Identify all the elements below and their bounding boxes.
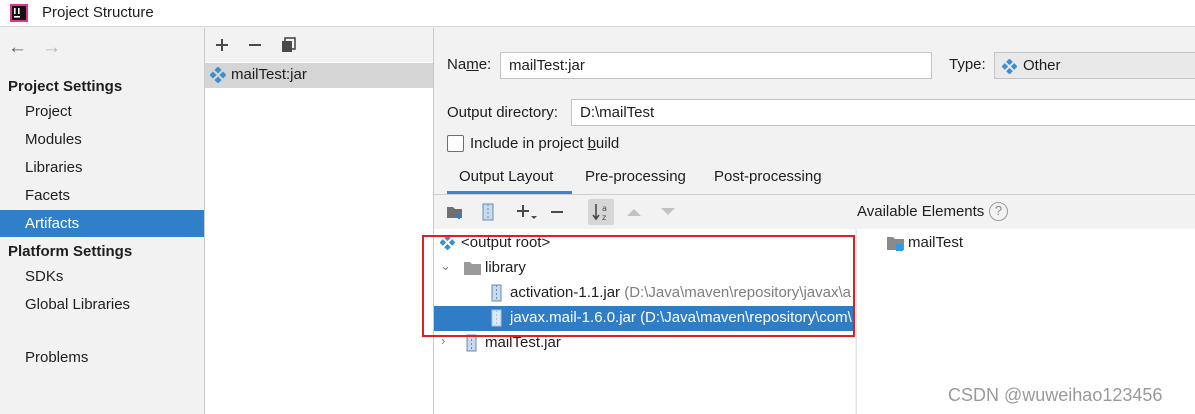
tree-row-module-jar[interactable]: › mailTest.jar xyxy=(434,331,855,356)
tree-row-output-root[interactable]: <output root> xyxy=(434,231,855,256)
intellij-logo-icon xyxy=(10,4,28,22)
tab-pre-processing[interactable]: Pre-processing xyxy=(585,166,686,194)
output-layout-toolbar: az Available Elements ? xyxy=(434,195,1195,229)
artifact-type-icon xyxy=(1002,59,1017,74)
artifact-list-item[interactable]: mailTest:jar xyxy=(205,63,433,88)
arrow-left-icon[interactable]: ← xyxy=(8,38,27,57)
help-icon[interactable]: ? xyxy=(989,202,1008,221)
tree-row-library[interactable]: ⌄ library xyxy=(434,256,855,281)
move-down-icon[interactable] xyxy=(657,201,679,223)
output-root-icon xyxy=(440,235,455,250)
artifacts-list-panel: mailTest:jar xyxy=(205,28,434,414)
move-up-icon[interactable] xyxy=(623,201,645,223)
sort-elements-icon[interactable]: az xyxy=(588,199,614,225)
name-label: Name: xyxy=(447,56,492,73)
sidebar-item-sdks[interactable]: SDKs xyxy=(0,263,204,290)
settings-sidebar: ← → Project Settings Project Modules Lib… xyxy=(0,28,205,414)
library-label: library xyxy=(485,259,526,276)
output-layout-tree: <output root> ⌄ library activation-1.1.j… xyxy=(434,229,855,414)
chevron-right-icon[interactable]: › xyxy=(441,333,445,348)
svg-text:z: z xyxy=(602,213,606,222)
sidebar-item-modules[interactable]: Modules xyxy=(0,126,204,153)
tree-row-jar-selected[interactable]: javax.mail-1.6.0.jar (D:\Java\maven\repo… xyxy=(434,306,855,331)
output-directory-label: Output directory: xyxy=(447,104,558,121)
jar-entry-text: activation-1.1.jar (D:\Java\maven\reposi… xyxy=(510,284,851,301)
project-settings-header: Project Settings xyxy=(8,78,123,95)
artifact-icon xyxy=(210,67,226,83)
title-bar: Project Structure xyxy=(0,0,1195,27)
available-elements-label: Available Elements xyxy=(857,203,985,220)
sidebar-item-global-libraries[interactable]: Global Libraries xyxy=(0,291,204,318)
add-icon[interactable] xyxy=(212,35,232,55)
sidebar-item-project[interactable]: Project xyxy=(0,98,204,125)
artifact-name: mailTest:jar xyxy=(231,66,307,83)
available-item-label: mailTest xyxy=(908,234,964,251)
jar-icon xyxy=(491,284,502,302)
folder-icon xyxy=(464,262,481,275)
artifacts-toolbar xyxy=(205,28,433,62)
available-item[interactable]: mailTest xyxy=(857,231,1195,256)
jar-entry-text: javax.mail-1.6.0.jar (D:\Java\maven\repo… xyxy=(510,309,852,326)
sidebar-item-libraries[interactable]: Libraries xyxy=(0,154,204,181)
output-directory-field[interactable]: D:\mailTest xyxy=(571,99,1195,126)
type-select[interactable]: Other xyxy=(994,52,1195,79)
arrow-right-icon[interactable]: → xyxy=(42,38,61,57)
tab-output-layout[interactable]: Output Layout xyxy=(447,166,572,194)
window-title: Project Structure xyxy=(42,4,154,21)
name-field[interactable]: mailTest:jar xyxy=(500,52,932,79)
include-in-build-checkbox[interactable] xyxy=(447,135,464,152)
sidebar-item-artifacts[interactable]: Artifacts xyxy=(0,210,204,237)
output-root-label: <output root> xyxy=(461,234,551,251)
tab-post-processing[interactable]: Post-processing xyxy=(714,166,822,194)
tree-row-jar[interactable]: activation-1.1.jar (D:\Java\maven\reposi… xyxy=(434,281,855,306)
create-directory-icon[interactable] xyxy=(444,201,466,223)
remove-icon[interactable] xyxy=(245,35,265,55)
module-folder-icon xyxy=(887,237,904,251)
platform-settings-header: Platform Settings xyxy=(8,243,133,260)
jar-icon xyxy=(466,334,477,352)
module-jar-label: mailTest.jar xyxy=(485,334,561,351)
remove-element-icon[interactable] xyxy=(546,201,568,223)
watermark: CSDN @wuweihao123456 xyxy=(948,385,1163,405)
type-label: Type: xyxy=(949,56,986,73)
create-archive-icon[interactable] xyxy=(477,201,499,223)
chevron-down-icon[interactable]: ⌄ xyxy=(440,258,451,274)
artifact-config-panel: Name: mailTest:jar Type: Other Output di… xyxy=(434,28,1195,414)
svg-text:a: a xyxy=(602,204,607,213)
type-value: Other xyxy=(1023,57,1061,74)
add-copy-of-icon[interactable] xyxy=(512,201,542,223)
jar-icon xyxy=(491,309,502,327)
copy-icon[interactable] xyxy=(279,35,299,55)
include-in-build-label: Include in project build xyxy=(470,135,620,152)
sidebar-item-facets[interactable]: Facets xyxy=(0,182,204,209)
sidebar-item-problems[interactable]: Problems xyxy=(0,344,204,371)
